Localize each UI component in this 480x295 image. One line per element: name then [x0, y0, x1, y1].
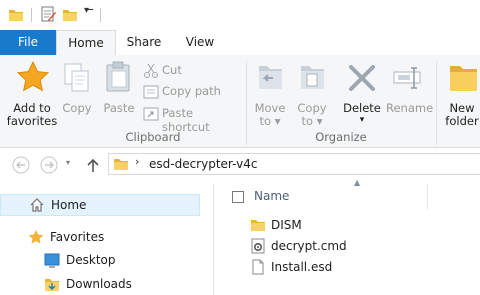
copy-button[interactable]: Copy: [60, 59, 94, 129]
new-folder-label-2: folder: [445, 114, 479, 128]
nav-item-label: Favorites: [50, 230, 105, 244]
copy-to-icon: [301, 66, 324, 89]
properties-icon[interactable]: [40, 6, 57, 23]
group-organize-label: Organize: [315, 130, 367, 144]
delete-dropdown-arrow[interactable]: ▾: [340, 114, 384, 127]
nav-item-label: Desktop: [66, 253, 116, 267]
star-icon: [17, 61, 49, 92]
forward-arrow-icon[interactable]: [40, 156, 58, 174]
nav-item-label: Downloads: [66, 277, 132, 291]
folder-icon: [114, 159, 128, 170]
list-item[interactable]: Install.esd: [244, 258, 474, 278]
delete-x-icon: [349, 65, 375, 91]
copy-label: Copy: [62, 101, 92, 115]
navigation-pane: Home Favorites Desktop Downloads: [0, 184, 213, 295]
file-name: decrypt.cmd: [271, 239, 347, 253]
customize-quick-access-dropdown[interactable]: ▾: [84, 5, 89, 16]
tab-view[interactable]: View: [174, 30, 226, 55]
paste-label: Paste: [103, 101, 135, 115]
rename-icon: [393, 67, 421, 89]
copy-path-label: Copy path: [162, 84, 221, 98]
back-arrow-icon[interactable]: [12, 156, 30, 174]
column-divider[interactable]: [427, 184, 428, 210]
nav-item-favorites[interactable]: Favorites: [0, 228, 200, 248]
separator: [31, 8, 32, 22]
group-clipboard-label: Clipboard: [125, 130, 181, 144]
copy-path-button[interactable]: Copy path: [143, 84, 233, 100]
title-bar: ▾: [0, 0, 480, 30]
move-to-button[interactable]: Move to ▾: [252, 59, 288, 129]
nav-item-label: Home: [51, 198, 87, 212]
file-list: Name ▲ DISM decrypt.cmd Install.esd: [214, 178, 480, 295]
folder-icon: [251, 220, 265, 231]
breadcrumb-current[interactable]: esd-decrypter-v4c: [149, 157, 257, 171]
tab-file[interactable]: File: [0, 30, 56, 55]
dropdown-line: [85, 9, 93, 10]
ribbon-home: Add to favorites Copy Paste Cut Copy pat…: [0, 55, 480, 148]
nav-item-downloads[interactable]: Downloads: [0, 275, 200, 295]
address-bar[interactable]: › esd-decrypter-v4c: [108, 153, 480, 175]
move-to-label-2: to ▾: [259, 114, 281, 128]
desktop-icon: [44, 253, 60, 268]
star-icon: [28, 230, 44, 244]
list-item[interactable]: DISM: [244, 216, 474, 236]
move-to-icon: [259, 66, 282, 89]
tab-share[interactable]: Share: [118, 30, 170, 55]
file-name: DISM: [271, 218, 302, 232]
rename-label: Rename: [386, 101, 434, 115]
breadcrumb-chevron-icon[interactable]: ›: [135, 155, 139, 168]
cmd-file-icon: [251, 238, 265, 254]
separator: [100, 8, 101, 22]
paste-shortcut-icon: [143, 107, 159, 121]
add-to-favorites-button[interactable]: Add to favorites: [4, 59, 60, 129]
sort-ascending-icon: ▲: [354, 178, 361, 187]
rename-button[interactable]: Rename: [386, 59, 434, 129]
add-to-favorites-label-2: favorites: [6, 114, 58, 128]
nav-item-desktop[interactable]: Desktop: [0, 251, 200, 271]
ribbon-tabs: File Home Share View: [0, 30, 480, 56]
new-folder-button[interactable]: New folder: [440, 59, 480, 129]
delete-button[interactable]: Delete ▾: [340, 59, 384, 129]
up-arrow-icon[interactable]: [86, 157, 100, 173]
column-header-name[interactable]: Name: [254, 189, 289, 203]
copy-path-icon: [143, 85, 159, 99]
file-name: Install.esd: [271, 260, 333, 274]
cut-label: Cut: [162, 63, 182, 77]
paste-shortcut-button[interactable]: Paste shortcut: [143, 106, 239, 134]
paste-button[interactable]: Paste: [100, 59, 138, 129]
downloads-folder-icon: [45, 279, 59, 291]
copy-to-button[interactable]: Copy to ▾: [294, 59, 330, 129]
group-separator: [436, 61, 437, 145]
scissors-icon: [144, 63, 158, 78]
recent-locations-dropdown[interactable]: ▾: [66, 158, 70, 167]
folder-icon: [9, 10, 23, 21]
clipboard-icon: [106, 61, 130, 92]
file-icon: [252, 259, 264, 275]
select-all-checkbox[interactable]: [232, 191, 244, 203]
copy-icon: [64, 63, 89, 92]
new-folder-icon: [450, 66, 477, 91]
group-separator: [246, 61, 247, 145]
tab-home[interactable]: Home: [56, 30, 116, 56]
copy-to-label-2: to ▾: [301, 114, 323, 128]
new-folder-icon[interactable]: [62, 7, 78, 23]
nav-item-home[interactable]: Home: [0, 194, 200, 216]
home-icon: [30, 198, 44, 212]
cut-button[interactable]: Cut: [143, 63, 233, 79]
list-item[interactable]: decrypt.cmd: [244, 237, 474, 257]
